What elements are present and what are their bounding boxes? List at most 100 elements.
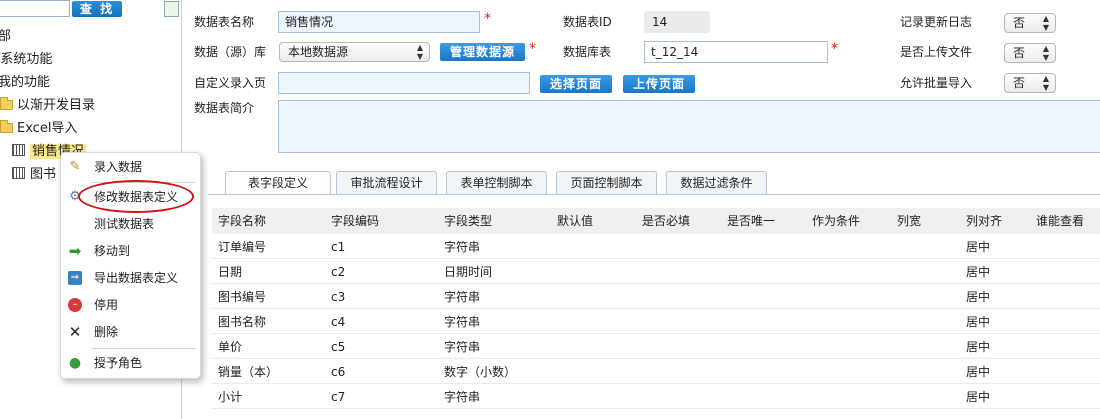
cell-field-type: 字符串: [444, 315, 481, 329]
column-header[interactable]: 谁能查看: [1036, 208, 1084, 234]
menu-item-label: 录入数据: [94, 160, 143, 174]
menu-item-label: 导出数据表定义: [94, 271, 179, 285]
cell-align: 居中: [966, 265, 991, 279]
tree-node-system[interactable]: /系统功能: [0, 49, 52, 71]
refresh-icon[interactable]: [164, 1, 179, 17]
cell-field-name: 图书编号: [218, 290, 267, 304]
table-id-value: 14: [644, 11, 710, 33]
table-row[interactable]: 销量（本） c6 数字（小数） 居中: [212, 359, 1100, 384]
column-header[interactable]: 字段编码: [331, 208, 379, 234]
cell-field-code: c2: [331, 265, 346, 279]
log-select[interactable]: 否 ▲ ▼: [1004, 13, 1056, 33]
cell-field-type: 字符串: [444, 240, 481, 254]
log-select-value: 否: [1013, 16, 1026, 30]
menu-item-grant-role[interactable]: ● 授予角色: [61, 350, 200, 377]
cell-align: 居中: [966, 340, 991, 354]
tab-data-filter[interactable]: 数据过滤条件: [666, 171, 767, 194]
cell-align: 居中: [966, 240, 991, 254]
menu-item-test-table[interactable]: 测试数据表: [61, 211, 200, 238]
table-name-input[interactable]: 销售情况: [278, 11, 480, 33]
tree-node-label: /系统功能: [0, 52, 53, 67]
menu-item-export-definition[interactable]: ⇒ 导出数据表定义: [61, 265, 200, 292]
arrow-right-icon: ➡: [68, 242, 82, 260]
cell-field-code: c7: [331, 390, 346, 404]
column-header[interactable]: 列宽: [897, 208, 921, 234]
upload-page-button[interactable]: 上传页面: [623, 75, 696, 93]
column-header[interactable]: 作为条件: [812, 208, 860, 234]
tree-node-root[interactable]: 部: [0, 26, 11, 48]
description-label: 数据表简介: [194, 101, 255, 115]
menu-separator: [91, 182, 196, 183]
menu-item-disable[interactable]: – 停用: [61, 292, 200, 319]
folder-icon: [0, 97, 13, 110]
table-row[interactable]: 小计 c7 字符串 居中: [212, 384, 1100, 409]
tree-node-excel-import[interactable]: Excel导入: [0, 118, 77, 140]
delete-icon: ✕: [68, 323, 82, 341]
tab-field-definition[interactable]: 表字段定义: [225, 171, 331, 195]
menu-item-move-to[interactable]: ➡ 移动到: [61, 238, 200, 265]
cell-field-name: 单价: [218, 340, 243, 354]
select-page-button[interactable]: 选择页面: [540, 75, 613, 93]
tab-page-script[interactable]: 页面控制脚本: [556, 171, 657, 194]
table-row[interactable]: 图书编号 c3 字符串 居中: [212, 284, 1100, 309]
export-icon: ⇒: [68, 271, 82, 285]
cell-field-type: 字符串: [444, 390, 481, 404]
cell-field-type: 数字（小数）: [444, 365, 517, 379]
custom-page-label: 自定义录入页: [194, 76, 267, 90]
menu-item-delete[interactable]: ✕ 删除: [61, 319, 200, 346]
menu-item-label: 修改数据表定义: [94, 190, 179, 204]
column-header[interactable]: 默认值: [557, 208, 593, 234]
tab-approval-flow[interactable]: 审批流程设计: [336, 171, 437, 194]
cell-field-name: 图书名称: [218, 315, 267, 329]
column-header[interactable]: 是否唯一: [727, 208, 775, 234]
cell-align: 居中: [966, 365, 991, 379]
pencil-icon: ✎: [69, 159, 81, 174]
cell-align: 居中: [966, 290, 991, 304]
tree-node-dev-dir[interactable]: 以渐开发目录: [0, 95, 95, 117]
table-row[interactable]: 单价 c5 字符串 居中: [212, 334, 1100, 359]
column-header[interactable]: 是否必填: [642, 208, 690, 234]
datasource-label: 数据（源）库: [194, 45, 267, 59]
tree-search-input[interactable]: [0, 0, 70, 17]
test-icon: [68, 217, 82, 231]
tree-node-books[interactable]: 图书: [12, 164, 56, 186]
upload-file-label: 是否上传文件: [900, 45, 973, 59]
grid-header: 字段名称 字段编码 字段类型 默认值 是否必填 是否唯一 作为条件 列宽 列对齐…: [212, 208, 1100, 234]
cell-field-name: 订单编号: [218, 240, 267, 254]
cell-field-type: 字符串: [444, 290, 481, 304]
manage-datasource-button[interactable]: 管理数据源: [440, 43, 526, 61]
tab-form-script[interactable]: 表单控制脚本: [446, 171, 547, 194]
tree-node-label: 以渐开发目录: [17, 98, 96, 113]
menu-separator: [91, 348, 196, 349]
menu-item-label: 停用: [94, 298, 119, 312]
tab-divider: [208, 194, 1100, 195]
table-row[interactable]: 订单编号 c1 字符串 居中: [212, 234, 1100, 259]
column-header[interactable]: 字段名称: [218, 208, 266, 234]
upload-file-select[interactable]: 否 ▲ ▼: [1004, 43, 1056, 63]
select-arrows-icon: ▲ ▼: [1042, 44, 1049, 62]
menu-item-label: 授予角色: [94, 356, 143, 370]
context-menu: ✎ 录入数据 ⚙ 修改数据表定义 测试数据表 ➡ 移动到 ⇒ 导出数据表定义 –…: [60, 152, 201, 379]
menu-item-label: 删除: [94, 325, 119, 339]
batch-import-select[interactable]: 否 ▲ ▼: [1004, 73, 1056, 93]
column-header[interactable]: 列对齐: [966, 208, 1002, 234]
folder-icon: [0, 120, 13, 133]
tree-node-label: 图书: [30, 167, 57, 182]
batch-import-label: 允许批量导入: [900, 76, 973, 90]
tree-search-button[interactable]: 查 找: [72, 1, 122, 17]
table-row[interactable]: 日期 c2 日期时间 居中: [212, 259, 1100, 284]
description-textarea[interactable]: [278, 100, 1100, 153]
tree-node-my-functions[interactable]: 我的功能: [0, 72, 50, 94]
table-row[interactable]: 图书名称 c4 字符串 居中: [212, 309, 1100, 334]
db-table-input[interactable]: t_12_14: [644, 41, 828, 63]
menu-item-edit-definition[interactable]: ⚙ 修改数据表定义: [61, 184, 200, 211]
cell-field-name: 日期: [218, 265, 243, 279]
cell-field-code: c5: [331, 340, 346, 354]
cell-field-type: 日期时间: [444, 265, 493, 279]
menu-item-enter-data[interactable]: ✎ 录入数据: [61, 154, 200, 181]
custom-page-input[interactable]: [278, 72, 530, 94]
select-arrows-icon: ▲ ▼: [1042, 14, 1049, 32]
datasource-select[interactable]: 本地数据源 ▲ ▼: [279, 42, 430, 62]
tree-node-label: 部: [0, 29, 12, 44]
column-header[interactable]: 字段类型: [444, 208, 492, 234]
